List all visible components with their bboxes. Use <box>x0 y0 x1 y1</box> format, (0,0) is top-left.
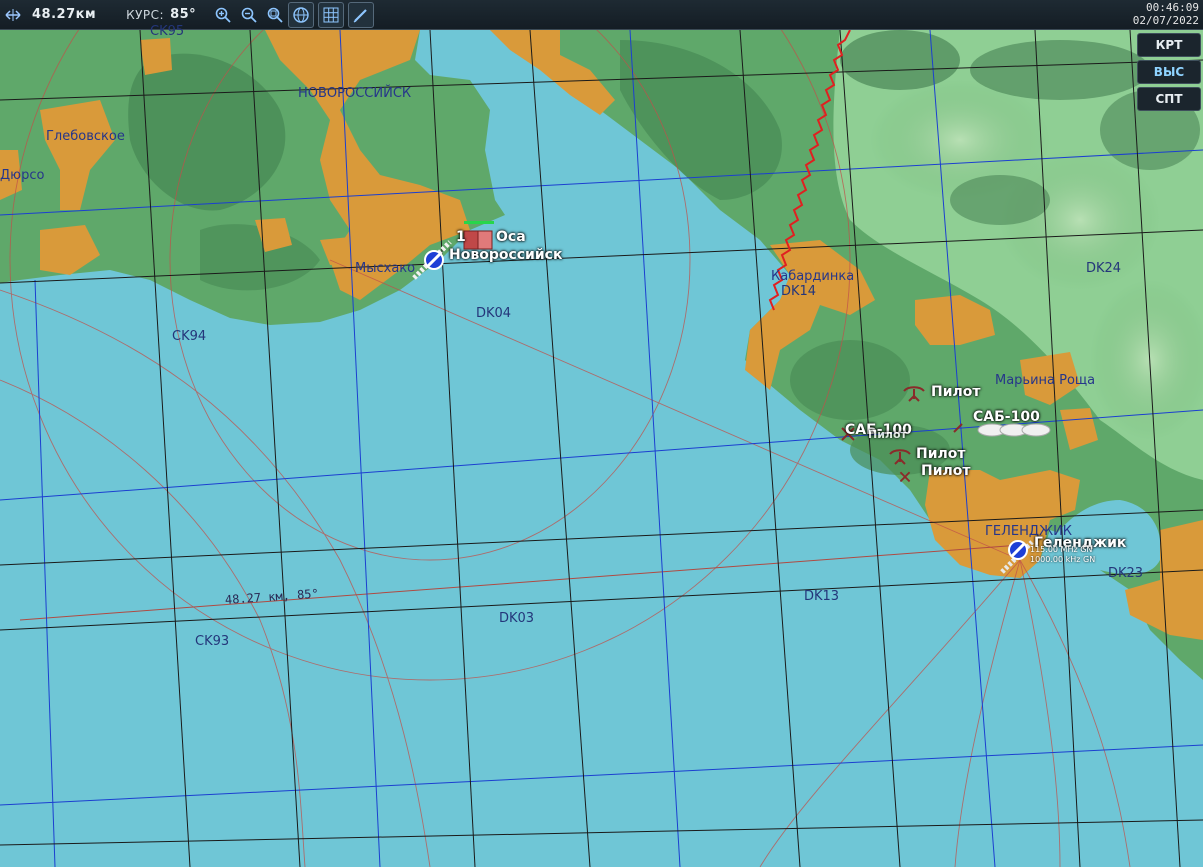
sam-label: Оса <box>496 229 526 245</box>
grid-icon[interactable] <box>318 1 345 28</box>
grid-label: CK95 <box>150 24 185 39</box>
pilot-icon[interactable] <box>902 385 926 403</box>
town-label: Дюрсо <box>0 168 45 183</box>
globe-icon[interactable] <box>288 1 315 28</box>
pilot-label: Пилот <box>921 463 971 479</box>
town-label: НОВОРОССИЙСК <box>298 86 412 101</box>
grid-label: DK03 <box>499 611 535 626</box>
beacon-freq: 1000.00 kHz GN <box>1030 555 1096 564</box>
clock: 00:46:09 02/07/2022 <box>1133 1 1199 27</box>
clock-date: 02/07/2022 <box>1132 14 1199 27</box>
grid-label: DK24 <box>1086 261 1122 276</box>
layer-button-satellite[interactable]: СПТ <box>1137 87 1201 111</box>
clock-time: 00:46:09 <box>1146 1 1199 14</box>
ridge-3 <box>950 175 1050 225</box>
distance-readout: 48.27км <box>32 7 97 22</box>
town-label: Глебовское <box>46 129 125 144</box>
grid-label: CK93 <box>195 634 230 649</box>
forest-1 <box>790 340 910 420</box>
zoom-in-icon[interactable] <box>210 2 236 28</box>
ridge-1 <box>840 30 960 90</box>
pilot-label: Пилот <box>916 446 966 462</box>
pilot-label: Пилот <box>931 384 981 400</box>
pilot-icon[interactable] <box>894 466 916 484</box>
zoom-out-icon[interactable] <box>236 2 262 28</box>
pilot-icon[interactable] <box>888 448 912 466</box>
grid-label: DK23 <box>1108 566 1144 581</box>
grid-label: DK13 <box>804 589 840 604</box>
grid-label: DK14 <box>781 284 817 299</box>
grid-label: CK94 <box>172 329 207 344</box>
town-label: Марьина Роща <box>995 373 1096 388</box>
sam-unit-icon[interactable] <box>462 221 496 251</box>
layer-switcher: КРТ ВЫС СПТ <box>1137 33 1201 111</box>
ridge-2 <box>970 40 1150 100</box>
layer-button-elevation[interactable]: ВЫС <box>1137 60 1201 84</box>
grid-label: DK04 <box>476 306 512 321</box>
ruler-icon[interactable] <box>0 2 26 28</box>
pencil-icon[interactable] <box>348 1 375 28</box>
town-label: Кабардинка <box>771 269 855 284</box>
flare-label: САБ-100 <box>973 409 1040 425</box>
zoom-fit-icon[interactable] <box>262 2 288 28</box>
flare-sublabel: Пилот <box>868 428 907 441</box>
sam-count: 1 <box>456 229 466 245</box>
beacon-freq: 115.00 MHz GN <box>1030 545 1093 554</box>
heading-label: КУРС: <box>126 7 165 22</box>
layer-button-map[interactable]: КРТ <box>1137 33 1201 57</box>
town-label: Мысхако <box>355 261 416 276</box>
heading-readout: 85° <box>170 7 197 22</box>
